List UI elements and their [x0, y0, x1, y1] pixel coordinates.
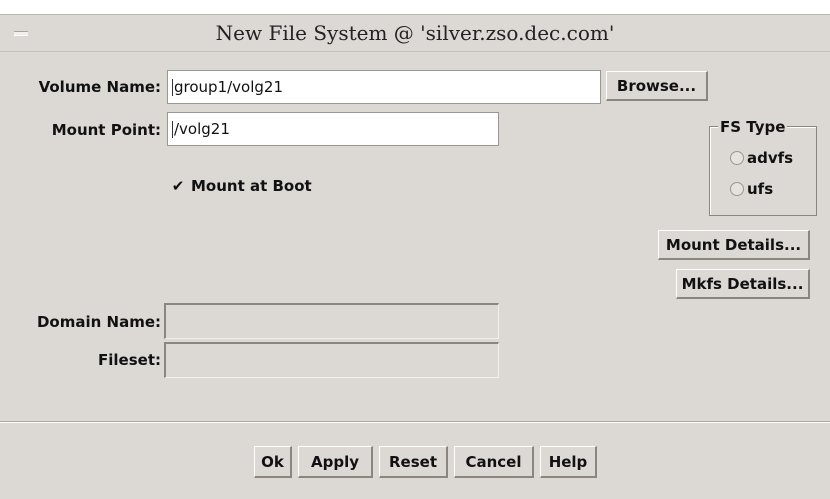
mount-point-input[interactable]: /volg21: [167, 112, 499, 146]
checkmark-icon: ✔: [171, 177, 185, 195]
radio-ufs-label: ufs: [747, 180, 774, 198]
volume-name-input[interactable]: group1/volg21: [167, 70, 601, 104]
ok-button[interactable]: Ok: [254, 446, 292, 478]
radio-advfs-label: advfs: [747, 149, 794, 167]
volume-name-value: group1/volg21: [174, 78, 283, 96]
mount-at-boot-checkbox[interactable]: ✔ Mount at Boot: [170, 177, 312, 195]
reset-button[interactable]: Reset: [379, 446, 448, 478]
browse-button[interactable]: Browse...: [606, 71, 708, 101]
cancel-button[interactable]: Cancel: [454, 446, 534, 478]
domain-name-label: Domain Name:: [36, 313, 161, 331]
apply-button[interactable]: Apply: [298, 446, 373, 478]
mkfs-details-button[interactable]: Mkfs Details...: [676, 269, 810, 299]
radio-advfs[interactable]: advfs: [730, 149, 793, 167]
fs-type-legend: FS Type: [718, 118, 788, 136]
help-button[interactable]: Help: [540, 446, 597, 478]
radio-ufs[interactable]: ufs: [730, 180, 773, 198]
fileset-input[interactable]: [164, 342, 499, 378]
fileset-label: Fileset:: [98, 351, 161, 369]
mount-point-label: Mount Point:: [51, 121, 161, 139]
domain-name-input[interactable]: [164, 303, 499, 339]
title-bar[interactable]: New File System @ 'silver.zso.dec.com': [0, 15, 830, 52]
fs-type-group: [709, 126, 817, 216]
dialog-window: New File System @ 'silver.zso.dec.com' V…: [0, 14, 830, 499]
volume-name-label: Volume Name:: [38, 78, 161, 96]
radio-icon: [730, 182, 744, 196]
text-cursor: [172, 78, 173, 96]
mount-point-value: /volg21: [174, 120, 230, 138]
footer-separator: [0, 421, 830, 423]
text-cursor: [172, 120, 173, 138]
radio-icon: [730, 151, 744, 165]
window-title: New File System @ 'silver.zso.dec.com': [215, 21, 615, 45]
mount-at-boot-label: Mount at Boot: [191, 177, 312, 195]
mount-details-button[interactable]: Mount Details...: [658, 230, 810, 260]
